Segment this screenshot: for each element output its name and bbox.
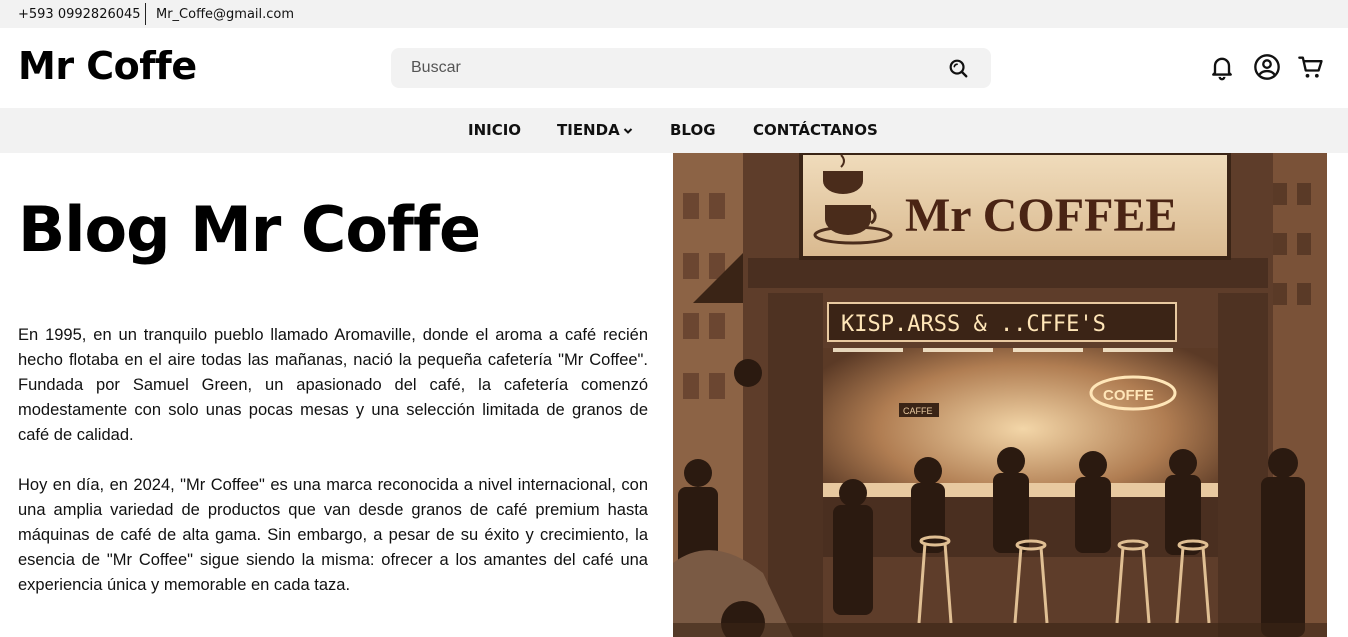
page-title: Blog Mr Coffe — [18, 193, 481, 266]
bell-icon[interactable] — [1208, 53, 1236, 85]
hero-small-sign: CAFFE — [903, 406, 933, 416]
nav-item-contactanos[interactable]: CONTÁCTANOS — [753, 121, 878, 139]
email-address[interactable]: Mr_Coffe@gmail.com — [156, 7, 294, 22]
nav-item-inicio[interactable]: INICIO — [468, 121, 521, 139]
search-icon[interactable] — [947, 57, 969, 79]
site-header: Mr Coffe — [0, 28, 1348, 108]
contact-divider — [145, 3, 146, 25]
hero-cup-sign: COFFE — [1103, 387, 1154, 404]
nav-item-tienda[interactable]: TIENDA — [557, 121, 633, 139]
coffee-shop-image: Mr COFFEE KISP.ARSS & ..CFFE'S COFFE CAF… — [673, 153, 1327, 637]
cart-icon[interactable] — [1297, 53, 1325, 85]
nav-item-tienda-label: TIENDA — [557, 121, 620, 139]
phone-number[interactable]: +593 0992826045 — [18, 7, 141, 22]
search-bar — [391, 48, 991, 88]
main-nav: INICIO TIENDA BLOG CONTÁCTANOS — [0, 108, 1348, 153]
chevron-down-icon — [623, 127, 632, 134]
user-icon[interactable] — [1253, 53, 1281, 85]
hero-sign-text: Mr COFFEE — [905, 189, 1177, 242]
search-input[interactable] — [391, 48, 931, 88]
blog-paragraph: Hoy en día, en 2024, "Mr Coffee" es una … — [18, 476, 648, 594]
contact-bar: +593 0992826045 Mr_Coffe@gmail.com — [0, 0, 1348, 28]
blog-paragraph: En 1995, en un tranquilo pueblo llamado … — [18, 326, 648, 444]
hero-neon-text: KISP.ARSS & ..CFFE'S — [841, 312, 1106, 337]
nav-item-blog[interactable]: BLOG — [670, 121, 716, 139]
site-logo[interactable]: Mr Coffe — [18, 44, 197, 88]
